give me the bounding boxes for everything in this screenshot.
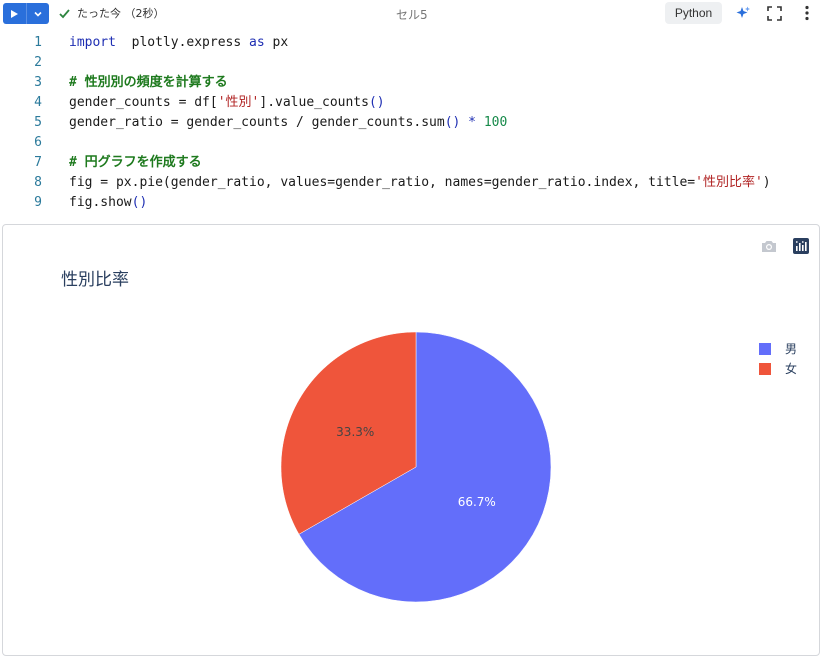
line-number: 8 — [34, 175, 42, 190]
code-text: fig.show() — [69, 195, 148, 210]
code-text: # 円グラフを作成する — [69, 155, 202, 170]
chevron-down-icon — [34, 11, 42, 17]
more-options-icon[interactable] — [798, 4, 816, 22]
pie-data-label: 33.3% — [336, 425, 374, 439]
pie-data-label: 66.7% — [458, 495, 496, 509]
code-line: 7 # 円グラフを作成する — [0, 153, 824, 173]
code-line: 6 — [0, 133, 824, 153]
play-icon — [11, 9, 19, 18]
line-number: 1 — [34, 35, 42, 50]
line-number: 6 — [34, 135, 42, 150]
cell-output: 性別比率 66.7% 33.3% 男女 — [2, 224, 820, 656]
language-selector[interactable]: Python — [665, 2, 722, 24]
cell-toolbar: たった今 （2秒） セル5 Python — [0, 0, 824, 26]
code-line: 3 # 性別別の頻度を計算する — [0, 73, 824, 93]
check-icon — [59, 8, 70, 18]
legend-item[interactable]: 女 — [759, 360, 797, 377]
legend-item[interactable]: 男 — [759, 340, 797, 357]
line-number: 7 — [34, 155, 42, 170]
code-editor[interactable]: 1 import plotly.express as px 2 3 # 性別別の頻度を計… — [0, 33, 824, 213]
code-text: fig = px.pie(gender_ratio, values=gender… — [69, 175, 771, 190]
code-line: 4 gender_counts = df['性別'].value_counts() — [0, 93, 824, 113]
code-line: 1 import plotly.express as px — [0, 33, 824, 53]
run-button-group — [3, 3, 49, 24]
run-cell-button[interactable] — [3, 3, 26, 24]
line-number: 4 — [34, 95, 42, 110]
line-number: 9 — [34, 195, 42, 210]
cell-title: セル5 — [396, 8, 428, 22]
legend-swatch — [759, 362, 771, 375]
code-line: 9 fig.show() — [0, 193, 824, 213]
line-number: 2 — [34, 55, 42, 70]
legend-label: 女 — [785, 362, 798, 376]
run-status-text: たった今 （2秒） — [77, 7, 165, 20]
ai-assistant-icon[interactable] — [734, 4, 752, 22]
code-text: gender_counts = df['性別'].value_counts() — [69, 95, 385, 110]
line-number: 3 — [34, 75, 42, 90]
code-line: 2 — [0, 53, 824, 73]
run-options-dropdown[interactable] — [27, 3, 50, 24]
legend-swatch — [759, 342, 771, 355]
code-text: # 性別別の頻度を計算する — [69, 75, 228, 90]
line-number: 5 — [34, 115, 42, 130]
run-status: たった今 （2秒） — [58, 5, 165, 21]
code-line: 5 gender_ratio = gender_counts / gender_c… — [0, 113, 824, 133]
pie-chart: 66.7% 33.3% — [280, 331, 552, 603]
code-text: gender_ratio = gender_counts / gender_co… — [69, 115, 508, 130]
code-text: import plotly.express as px — [69, 35, 289, 50]
code-line: 8 fig = px.pie(gender_ratio, values=gende… — [0, 173, 824, 193]
expand-icon[interactable] — [765, 4, 783, 22]
legend-label: 男 — [785, 342, 798, 356]
